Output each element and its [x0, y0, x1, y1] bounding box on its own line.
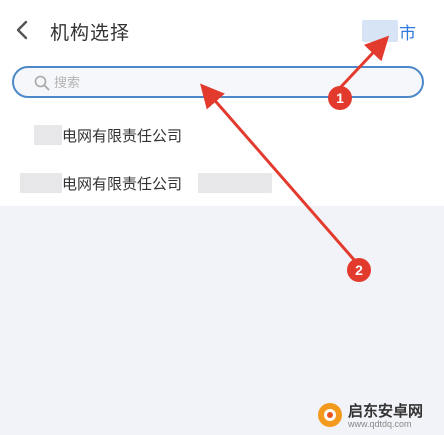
arrow-1	[336, 35, 390, 92]
annotation-arrows	[200, 35, 390, 263]
watermark-title: 启东安卓网	[348, 402, 424, 420]
annotation-badge-2: 2	[347, 258, 371, 282]
watermark-url: www.qdtdq.com	[348, 419, 412, 429]
annotation-badge-1: 1	[328, 86, 352, 110]
screen: 机构选择 市 电网有限责任公司 电网有限责任公司	[0, 0, 444, 435]
arrow-2	[200, 83, 358, 263]
watermark: 启东安卓网 www.qdtdq.com	[316, 398, 440, 432]
watermark-logo-icon	[318, 403, 342, 427]
